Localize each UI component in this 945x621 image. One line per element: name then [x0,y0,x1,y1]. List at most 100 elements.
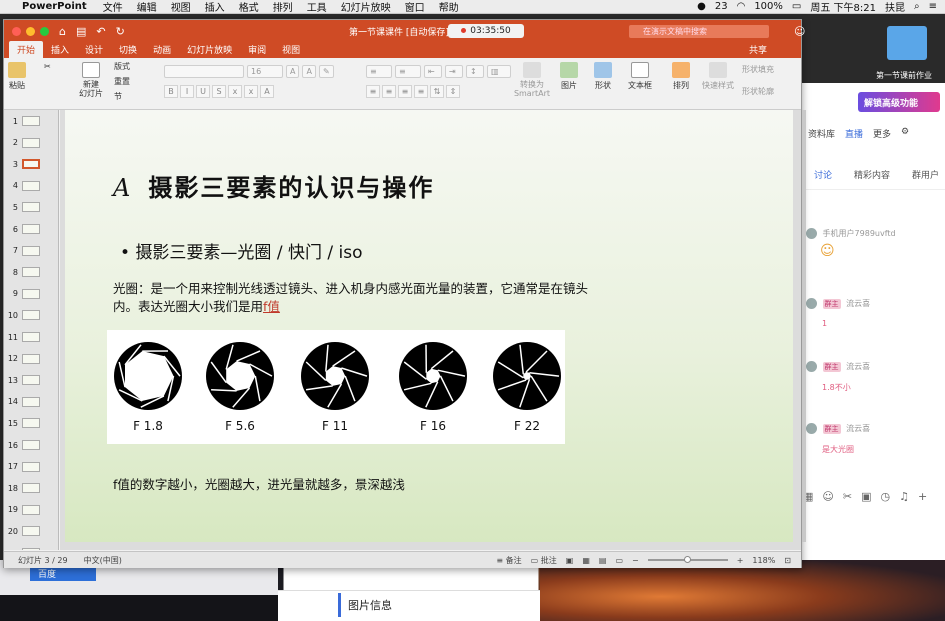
cut-icon[interactable]: ✂ [44,62,51,71]
slideshow-view-icon[interactable]: ▭ [615,556,623,565]
avatar[interactable] [806,423,817,434]
superscript-button[interactable]: x [228,85,242,98]
align-right-button[interactable]: ≡ [398,85,412,98]
thumbnail-preview[interactable] [22,353,40,364]
thumbnail-preview[interactable] [22,202,40,213]
font-color-button[interactable]: A [260,85,274,98]
recording-timer[interactable]: 03:35:50 [448,24,524,38]
clear-format-button[interactable]: ✎ [318,65,334,78]
thumbnail-preview[interactable] [22,116,40,126]
clock-icon[interactable]: ◷ [881,490,891,503]
menu-window[interactable]: 窗口 [405,0,425,14]
arrange-button[interactable]: 排列 [672,62,690,91]
thumbnail-preview[interactable] [22,504,40,515]
subscript-button[interactable]: x [244,85,258,98]
reset-button[interactable]: 重置 [114,76,130,87]
avatar[interactable] [806,361,817,372]
undo-icon[interactable]: ↶ [96,25,105,38]
thumbnail-preview[interactable] [22,483,40,494]
layout-button[interactable]: 版式 [114,61,130,72]
maximize-window-button[interactable] [40,26,49,36]
aperture-image[interactable]: F 1.8 F 5.6 F 11 F 16 F 22 [107,330,565,444]
emoji-icon[interactable]: ☺ [822,490,833,503]
shape-button[interactable]: 形状 [594,62,612,91]
thumbnail-preview[interactable] [22,526,40,537]
font-name-select[interactable] [164,65,244,78]
slide-thumbnail[interactable]: 12 [6,353,40,364]
slide-footer-text[interactable]: f值的数字越小，光圈越大，进光量就越多，景深越浅 [113,474,405,493]
notification-icon[interactable]: ● [697,1,706,12]
desktop-folder-label[interactable]: 第一节课前作业 [876,70,932,81]
quick-style-button[interactable]: 快速样式 [702,62,734,91]
smiley-icon[interactable]: ☺ [794,25,805,38]
thumbnail-preview[interactable] [22,137,40,148]
menu-arrange[interactable]: 排列 [273,0,293,14]
menu-help[interactable]: 帮助 [439,0,459,14]
zoom-out-button[interactable]: − [632,556,639,565]
bullets-button[interactable]: ≡ [366,65,392,78]
comments-button[interactable]: ▭ 批注 [531,555,557,566]
columns-button[interactable]: ▥ [487,65,511,78]
new-slide-button[interactable]: 新建 幻灯片 [78,62,104,98]
thumbnail-preview[interactable] [22,180,40,191]
zoom-slider[interactable] [647,556,728,563]
slide-thumbnail[interactable]: 15 [6,418,40,429]
menu-view[interactable]: 视图 [171,0,191,14]
slide-thumbnail[interactable]: 13 [6,375,40,386]
tab-highlights[interactable]: 精彩内容 [854,168,890,181]
battery-icon[interactable]: ▭ [792,1,801,12]
tab-discussion[interactable]: 讨论 [814,168,832,181]
thumbnail-preview[interactable] [22,548,40,550]
paste-button[interactable]: 粘贴 [8,62,26,91]
increase-indent-button[interactable]: ⇥ [445,65,463,78]
justify-button[interactable]: ≡ [414,85,428,98]
tab-home[interactable]: 开始 [9,41,44,58]
menu-tools[interactable]: 工具 [307,0,327,14]
zoom-slider-handle[interactable] [683,556,691,563]
zoom-in-button[interactable]: + [737,556,744,565]
numbering-button[interactable]: ≡ [395,65,421,78]
shape-outline-button[interactable]: 形状轮廓 [742,86,774,97]
thumbnail-preview[interactable] [22,332,40,342]
home-icon[interactable]: ⌂ [59,25,66,38]
app-name[interactable]: PowerPoint [22,1,87,12]
slide-thumbnail[interactable]: 6 [6,224,40,234]
thumbnail-preview[interactable] [22,267,40,278]
shrink-font-button[interactable]: A [302,65,316,78]
bell-icon[interactable]: ♫ [899,490,909,503]
slide-thumbnail[interactable]: 8 [6,267,40,278]
save-icon[interactable]: ▤ [76,25,86,38]
grow-font-button[interactable]: A [286,65,300,78]
slide-thumbnail[interactable]: 1 [6,116,40,126]
thumbnail-preview[interactable] [22,245,40,256]
slide-thumbnail[interactable]: 5 [6,202,40,213]
slide-thumbnail[interactable]: 21 [6,548,40,550]
slide-paragraph[interactable]: 光圈：是一个用来控制光线透过镜头、进入机身内感光面光量的装置，它通常是在镜头内。… [113,280,593,316]
sorter-view-icon[interactable]: ▦ [582,556,590,565]
align-left-button[interactable]: ≡ [366,85,380,98]
align-center-button[interactable]: ≡ [382,85,396,98]
more-icon[interactable]: + [918,490,927,503]
italic-button[interactable]: I [180,85,194,98]
avatar[interactable] [806,228,817,239]
wifi-icon[interactable]: ◠ [737,1,746,12]
tab-live[interactable]: 直播 [845,127,863,140]
text-direction-button[interactable]: ⇅ [430,85,444,98]
menu-slideshow[interactable]: 幻灯片放映 [341,0,391,14]
slide-thumbnail[interactable]: 11 [6,332,40,342]
fit-window-icon[interactable]: ⊡ [784,556,791,565]
vertical-scrollbar[interactable] [802,110,806,542]
underline-button[interactable]: U [196,85,210,98]
decrease-indent-button[interactable]: ⇤ [424,65,442,78]
thumbnail-preview[interactable] [22,396,40,407]
textbox-button[interactable]: 文本框 [628,62,652,91]
slide-thumbnail[interactable]: 4 [6,180,40,191]
search-icon[interactable]: ⌕ [914,1,920,12]
tab-library[interactable]: 资料库 [808,127,835,140]
user-name[interactable]: 扶昆 [885,0,905,14]
slide-thumbnail[interactable]: 3 [6,159,40,170]
minimize-window-button[interactable] [26,26,35,36]
clock[interactable]: 周五 下午8:21 [810,0,876,14]
avatar[interactable] [806,298,817,309]
line-spacing-button[interactable]: ↕ [466,65,484,78]
